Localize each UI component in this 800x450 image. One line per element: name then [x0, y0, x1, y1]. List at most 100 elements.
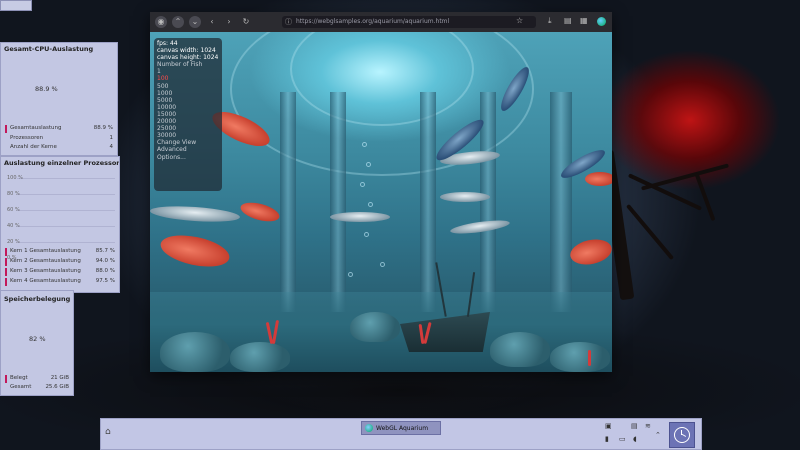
- red-fish: [585, 172, 612, 186]
- pillar: [330, 92, 346, 312]
- sidebar-icon[interactable]: ▦: [580, 16, 588, 25]
- memory-panel: Speicherbelegung 82 % Belegt 21 GiB Gesa…: [0, 290, 74, 396]
- core-row: Kern 1 Gesamtauslastung 85.7 %: [5, 248, 115, 256]
- url-bar[interactable]: ⓘ https://webglsamples.org/aquarium/aqua…: [282, 16, 536, 28]
- gridline: [17, 210, 115, 211]
- per-core-title: Auslastung einzelner Prozessorke...: [4, 159, 119, 167]
- down-icon[interactable]: ⌄: [189, 16, 201, 28]
- cpu-total-title: Gesamt-CPU-Auslastung: [4, 45, 94, 53]
- browser-icon: [365, 424, 373, 432]
- bubble: [348, 272, 353, 277]
- canvas-width-readout: canvas width: 1024: [157, 47, 216, 55]
- browser-toolbar: ◉ ⌃ ⌄ ‹ › ↻ ⓘ https://webglsamples.org/a…: [150, 12, 612, 32]
- bubble: [364, 232, 369, 237]
- device-icon[interactable]: ▤: [631, 422, 638, 430]
- shark: [440, 192, 490, 202]
- core-row: Kern 3 Gesamtauslastung 88.0 %: [5, 268, 115, 276]
- launcher-icon[interactable]: ⌂: [105, 427, 111, 437]
- red-fish: [157, 230, 233, 272]
- change-view-option[interactable]: Change View: [157, 139, 219, 146]
- advanced-option[interactable]: Advanced: [157, 146, 219, 153]
- bubble: [368, 202, 373, 207]
- pillar: [280, 92, 296, 312]
- back-icon[interactable]: ‹: [206, 16, 218, 28]
- task-label: WebGL Aquarium: [376, 424, 429, 432]
- clock-minute-hand: [681, 433, 687, 437]
- options-option[interactable]: Options...: [157, 154, 219, 161]
- rock: [550, 342, 610, 372]
- red-fish: [567, 235, 612, 269]
- analog-clock[interactable]: [669, 422, 695, 448]
- wallpaper-tree-branch: [641, 163, 729, 191]
- fish-count-option[interactable]: 1000: [157, 90, 219, 97]
- taskbar: ⌂ WebGL Aquarium ▣ ▤ ≋ ▮ ▭ ◖ ⌃: [100, 418, 702, 450]
- bubble: [380, 262, 385, 267]
- volume-icon[interactable]: ◖: [633, 435, 637, 443]
- bubble: [366, 162, 371, 167]
- downloads-icon[interactable]: ⤓: [548, 16, 552, 26]
- fish-count-label: Number of Fish: [157, 61, 203, 69]
- fish-count-option-selected[interactable]: 100: [157, 75, 219, 82]
- cpu-total-panel: Gesamt-CPU-Auslastung 88.9 % Gesamtausla…: [0, 42, 118, 156]
- aquarium-canvas[interactable]: fps: 44 canvas width: 1024 canvas height…: [150, 32, 612, 372]
- wallpaper-tree-branch: [625, 203, 675, 261]
- rock: [490, 332, 550, 367]
- security-icon: ⓘ: [285, 18, 292, 26]
- rock: [160, 332, 230, 372]
- reload-icon[interactable]: ↻: [240, 16, 252, 28]
- core-row: Kern 4 Gesamtauslastung 97.5 %: [5, 278, 115, 286]
- cpu-total-value: 88.9 %: [35, 85, 58, 93]
- rock: [230, 342, 290, 372]
- fish-count-option[interactable]: 25000: [157, 125, 219, 132]
- notes-icon[interactable]: ▭: [619, 435, 626, 443]
- canvas-height-readout: canvas height: 1024: [157, 54, 219, 62]
- clipboard-icon[interactable]: ▣: [605, 422, 612, 430]
- url-text: https://webglsamples.org/aquarium/aquari…: [296, 18, 450, 25]
- fish-count-option[interactable]: 30000: [157, 132, 219, 139]
- library-icon[interactable]: ▤: [564, 16, 572, 25]
- network-icon[interactable]: ≋: [645, 422, 651, 430]
- memory-row: Gesamt 25.6 GiB: [10, 384, 69, 390]
- stat-row: Anzahl der Kerne 4: [10, 144, 113, 150]
- browser-window: ◉ ⌃ ⌄ ‹ › ↻ ⓘ https://webglsamples.org/a…: [150, 12, 612, 372]
- memory-title: Speicherbelegung: [4, 295, 71, 303]
- red-fish: [238, 199, 282, 225]
- taskbar-item-aquarium[interactable]: WebGL Aquarium: [361, 421, 441, 435]
- shark: [330, 212, 390, 222]
- fps-readout: fps: 44: [157, 40, 178, 47]
- per-core-panel: Auslastung einzelner Prozessorke... 100 …: [0, 156, 120, 293]
- shark: [150, 203, 241, 225]
- system-monitor-widget: Gesamt-CPU-Auslastung 88.9 % Gesamtausla…: [0, 42, 120, 396]
- gridline: [17, 226, 115, 227]
- wallpaper-tree-branch: [694, 172, 716, 222]
- battery-icon[interactable]: ▮: [605, 435, 609, 443]
- bubble: [362, 142, 367, 147]
- pillar: [550, 92, 572, 312]
- fish-count-option[interactable]: 15000: [157, 111, 219, 118]
- bookmark-star-icon[interactable]: ☆: [516, 16, 523, 25]
- forward-icon[interactable]: ›: [223, 16, 235, 28]
- fish-count-option[interactable]: 20000: [157, 118, 219, 125]
- fish-count-option[interactable]: 1: [157, 68, 219, 75]
- gridline: [17, 194, 115, 195]
- fish-count-option[interactable]: 5000: [157, 97, 219, 104]
- rock: [350, 312, 400, 342]
- gridline: [17, 178, 115, 179]
- coral: [588, 350, 591, 366]
- top-panel-corner[interactable]: [0, 0, 32, 11]
- stat-row: Gesamtauslastung 88.9 %: [5, 125, 113, 133]
- wallpaper-tree-branch: [627, 173, 703, 211]
- extension-icon[interactable]: [597, 17, 606, 26]
- app-menu-icon[interactable]: ◉: [155, 16, 167, 28]
- up-icon[interactable]: ⌃: [172, 16, 184, 28]
- fish-count-option[interactable]: 500: [157, 83, 219, 90]
- memory-row: Belegt 21 GiB: [5, 375, 69, 383]
- stat-row: Prozessoren 1: [10, 135, 113, 141]
- bubble: [360, 182, 365, 187]
- memory-value: 82 %: [29, 335, 46, 343]
- expand-tray-icon[interactable]: ⌃: [655, 431, 661, 439]
- gridline: [17, 242, 115, 243]
- clock-icon: [674, 427, 690, 443]
- fish-count-option[interactable]: 10000: [157, 104, 219, 111]
- pillar: [420, 92, 436, 312]
